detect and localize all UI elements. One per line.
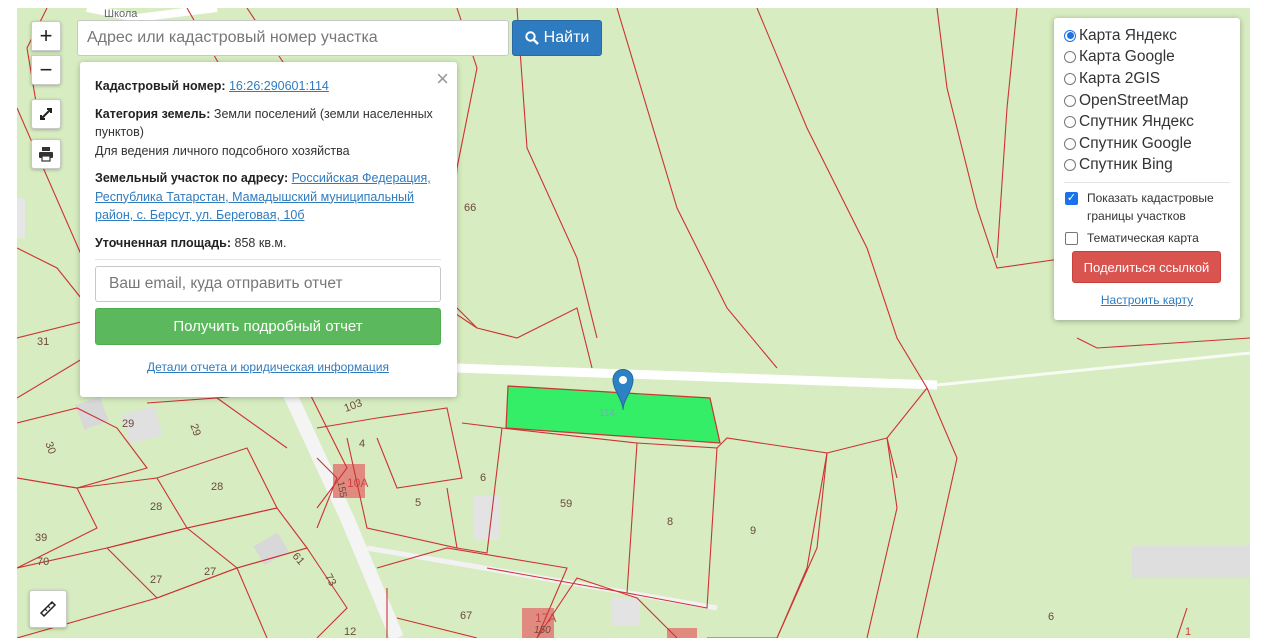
- area-label: Уточненная площадь:: [95, 235, 232, 250]
- radio-icon[interactable]: [1064, 72, 1076, 85]
- map-label-school: Школа: [104, 8, 138, 20]
- parcel-label: 70: [37, 556, 50, 568]
- email-field[interactable]: Ваш email, куда отправить отчет: [95, 266, 441, 302]
- layer-option-label: Спутник Bing: [1079, 156, 1173, 174]
- usage-value: Для ведения личного подсобного хозяйства: [95, 143, 350, 158]
- parcel-label: 27: [150, 574, 163, 586]
- layer-option-label: Карта Google: [1079, 48, 1175, 66]
- layer-switcher-panel: Карта Яндекс Карта Google Карта 2GIS Ope…: [1054, 18, 1240, 320]
- parcel-label-selected: 114: [599, 408, 615, 419]
- address-row: Земельный участок по адресу: Российская …: [95, 169, 441, 225]
- parcel-label: 1: [1185, 626, 1192, 638]
- close-icon[interactable]: ×: [436, 66, 449, 92]
- parcel-label: 28: [211, 481, 224, 493]
- print-button[interactable]: [31, 139, 61, 169]
- share-link-button[interactable]: Поделиться ссылкой: [1072, 251, 1221, 284]
- ruler-icon: [39, 600, 57, 618]
- parcel-label: 17А: [535, 611, 557, 625]
- radio-icon[interactable]: [1064, 137, 1076, 150]
- report-details-link[interactable]: Детали отчета и юридическая информация: [147, 360, 389, 374]
- configure-map-link[interactable]: Настроить карту: [1064, 293, 1230, 307]
- address-label: Земельный участок по адресу:: [95, 171, 289, 185]
- radio-icon[interactable]: [1064, 116, 1076, 129]
- parcel-label: 6: [480, 472, 487, 484]
- layer-option-label: Спутник Яндекс: [1079, 113, 1194, 131]
- parcel-info-popup: × Кадастровый номер: 16:26:290601:114 Ка…: [80, 62, 457, 397]
- cadastral-number-row: Кадастровый номер: 16:26:290601:114: [95, 77, 441, 96]
- layer-option-bing-satellite[interactable]: Спутник Bing: [1064, 155, 1240, 177]
- search-input[interactable]: Адрес или кадастровый номер участка: [77, 20, 509, 56]
- parcel-label: 39: [35, 532, 48, 544]
- layer-option-label: OpenStreetMap: [1079, 91, 1189, 109]
- parcel-label: 59: [560, 498, 573, 510]
- parcel-label: 150: [534, 625, 551, 636]
- layer-option-label: Спутник Google: [1079, 134, 1192, 152]
- show-boundaries-toggle[interactable]: ✓ Показать кадастровые границы участков: [1064, 189, 1240, 225]
- divider: [1064, 182, 1230, 184]
- thematic-map-label: Тематическая карта: [1087, 231, 1199, 246]
- parcel-label: 10А: [347, 476, 369, 490]
- parcel-label: 12: [344, 626, 357, 638]
- zoom-out-button[interactable]: −: [31, 55, 61, 85]
- parcel-label: 29: [122, 418, 135, 430]
- category-row: Категория земель: Земли поселений (земли…: [95, 105, 441, 161]
- parcel-label: 67: [460, 610, 473, 622]
- layer-option-google-map[interactable]: Карта Google: [1064, 47, 1240, 69]
- search-button-label: Найти: [543, 29, 590, 46]
- parcel-label: 8: [667, 516, 674, 528]
- search-button[interactable]: Найти: [512, 20, 602, 56]
- parcel-label: 31: [37, 336, 50, 348]
- parcel-label: 66: [464, 202, 477, 214]
- checkbox-checked-icon[interactable]: ✓: [1065, 192, 1078, 206]
- cadastral-number-link[interactable]: 16:26:290601:114: [229, 79, 329, 93]
- layer-option-label: Карта Яндекс: [1079, 26, 1177, 44]
- layer-option-2gis-map[interactable]: Карта 2GIS: [1064, 68, 1240, 90]
- layer-option-yandex-map[interactable]: Карта Яндекс: [1064, 25, 1240, 47]
- radio-icon[interactable]: [1064, 51, 1076, 64]
- search-icon: [524, 31, 539, 45]
- zoom-in-button[interactable]: +: [31, 21, 61, 51]
- parcel-label: 28: [150, 501, 163, 513]
- parcel-label: 6: [1048, 611, 1055, 623]
- divider: [95, 259, 441, 260]
- fullscreen-button[interactable]: [31, 99, 61, 129]
- area-value: 858 кв.м.: [234, 235, 287, 250]
- radio-icon[interactable]: [1064, 94, 1076, 107]
- expand-icon: [40, 108, 52, 120]
- layer-option-yandex-satellite[interactable]: Спутник Яндекс: [1064, 111, 1240, 133]
- parcel-label: 5: [415, 497, 422, 509]
- layer-option-osm[interactable]: OpenStreetMap: [1064, 90, 1240, 112]
- category-label: Категория земель:: [95, 106, 211, 121]
- thematic-map-toggle[interactable]: Тематическая карта: [1064, 229, 1240, 247]
- ruler-button[interactable]: [29, 590, 67, 628]
- area-row: Уточненная площадь: 858 кв.м.: [95, 234, 441, 253]
- radio-icon[interactable]: [1064, 159, 1076, 172]
- details-link-row: Детали отчета и юридическая информация: [95, 360, 441, 374]
- parcel-label: 27: [204, 566, 217, 578]
- checkbox-icon[interactable]: [1065, 232, 1078, 246]
- layer-option-google-satellite[interactable]: Спутник Google: [1064, 133, 1240, 155]
- show-boundaries-label: Показать кадастровые границы участков: [1087, 191, 1214, 224]
- parcel-label: 4: [359, 438, 366, 450]
- parcel-label: 9: [750, 525, 757, 537]
- radio-selected-icon[interactable]: [1064, 29, 1076, 42]
- get-report-button[interactable]: Получить подробный отчет: [95, 308, 441, 345]
- cadastral-label: Кадастровый номер:: [95, 79, 226, 93]
- printer-icon: [39, 147, 53, 162]
- layer-option-label: Карта 2GIS: [1079, 69, 1161, 87]
